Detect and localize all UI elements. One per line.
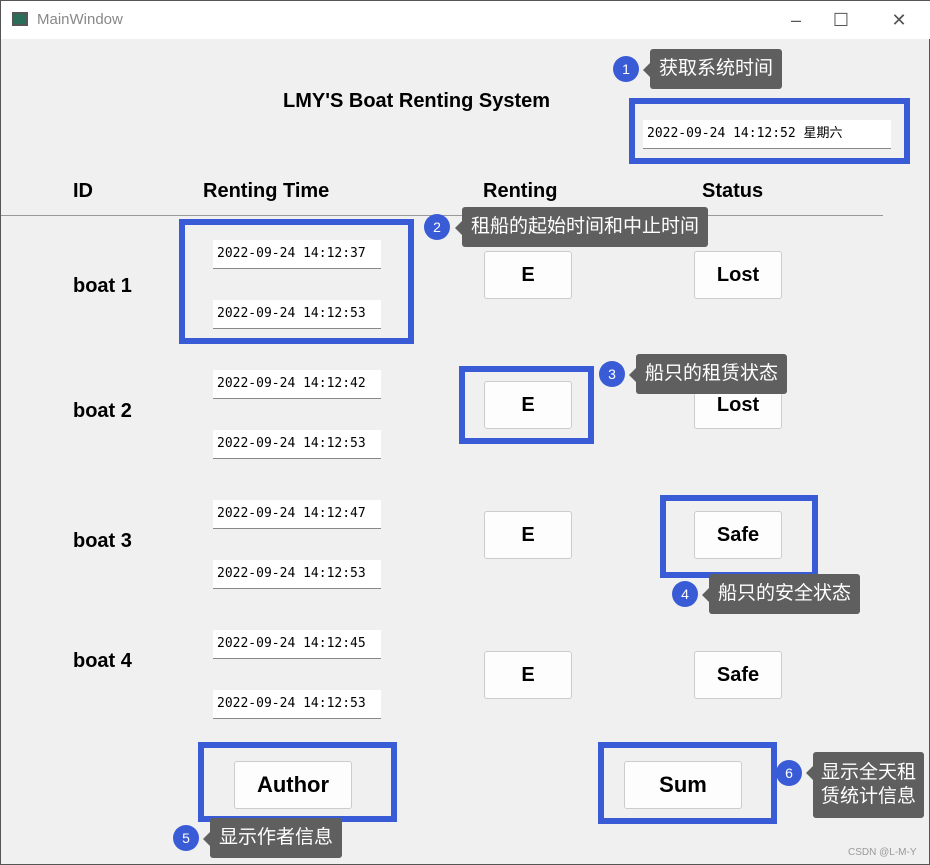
renting-button[interactable]: E [484, 251, 572, 299]
highlight-box [598, 742, 777, 824]
app-icon [12, 12, 28, 26]
header-id: ID [73, 180, 93, 202]
maximize-button[interactable]: ☐ [821, 7, 861, 33]
boat-id-label: boat 3 [73, 530, 132, 552]
header-renting: Renting [483, 180, 558, 202]
annotation-tooltip: 船只的安全状态 [701, 574, 861, 614]
highlight-box [629, 98, 910, 164]
start-time-field[interactable]: 2022-09-24 14:12:42 [213, 370, 381, 399]
boat-id-label: boat 4 [73, 650, 132, 672]
annotation-tooltip: 显示作者信息 [202, 818, 343, 858]
annotation-text-line: 显示全天租 [821, 762, 917, 783]
annotation-tooltip: 船只的租赁状态 [628, 354, 788, 394]
annotation-badge: 4 [672, 581, 698, 607]
status-button[interactable]: Lost [694, 251, 782, 299]
end-time-field[interactable]: 2022-09-24 14:12:53 [213, 560, 381, 589]
highlight-box [198, 742, 397, 822]
boat-id-label: boat 2 [73, 400, 132, 422]
header-status: Status [702, 180, 764, 202]
renting-button[interactable]: E [484, 511, 572, 559]
highlight-box [179, 219, 414, 344]
watermark: CSDN @L-M-Y [848, 847, 917, 858]
renting-button[interactable]: E [484, 651, 572, 699]
highlight-box [459, 366, 594, 444]
end-time-field[interactable]: 2022-09-24 14:12:53 [213, 430, 381, 459]
annotation-badge: 3 [599, 361, 625, 387]
end-time-field[interactable]: 2022-09-24 14:12:53 [213, 690, 381, 719]
close-button[interactable]: ✕ [879, 7, 919, 33]
minimize-button[interactable]: – [776, 7, 816, 33]
annotation-text-line: 赁统计信息 [821, 786, 917, 807]
status-button[interactable]: Safe [694, 651, 782, 699]
annotation-tooltip: 获取系统时间 [642, 49, 783, 89]
window-title: MainWindow [37, 11, 123, 28]
header-renting-time: Renting Time [203, 180, 330, 202]
boat-id-label: boat 1 [73, 275, 132, 297]
annotation-badge: 2 [424, 214, 450, 240]
annotation-badge: 6 [776, 760, 802, 786]
app-title: LMY'S Boat Renting System [283, 90, 551, 112]
annotation-tooltip: 租船的起始时间和中止时间 [454, 207, 709, 247]
annotation-badge: 5 [173, 825, 199, 851]
start-time-field[interactable]: 2022-09-24 14:12:47 [213, 500, 381, 529]
highlight-box [660, 495, 818, 578]
annotation-tooltip: 显示全天租 赁统计信息 [805, 752, 925, 818]
start-time-field[interactable]: 2022-09-24 14:12:45 [213, 630, 381, 659]
annotation-badge: 1 [613, 56, 639, 82]
